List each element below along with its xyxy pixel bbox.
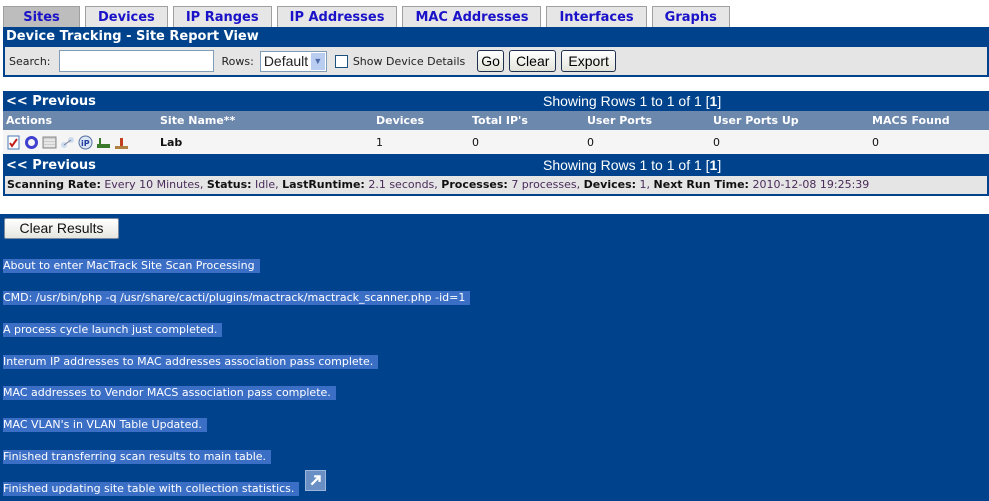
result-line: MAC addresses to Vendor MACS association…	[3, 386, 336, 400]
status-key: LastRuntime:	[282, 178, 365, 191]
result-line: Finished transferring scan results to ma…	[3, 450, 272, 464]
user-ports: 0	[587, 135, 594, 149]
rows-info: Showing Rows 1 to 1 of 1 [1]	[543, 93, 721, 109]
rows-info-close: ]	[717, 93, 722, 109]
interfaces-icon[interactable]	[96, 135, 111, 150]
status-key: Status:	[206, 178, 252, 191]
chevron-down-icon: ▼	[310, 52, 325, 70]
results-panel: Clear Results About to enter MacTrack Si…	[0, 214, 989, 501]
status-value: 2.1 seconds,	[368, 178, 438, 191]
result-line: About to enter MacTrack Site Scan Proces…	[3, 259, 260, 273]
rows-select[interactable]: Default ▼	[259, 50, 327, 72]
search-label: Search:	[9, 54, 51, 68]
status-key: Devices:	[583, 178, 637, 191]
macs-found: 0	[872, 135, 879, 149]
pagination-top: << Previous Showing Rows 1 to 1 of 1 [1]	[3, 91, 989, 111]
col-user-ports[interactable]: User Ports	[587, 114, 713, 127]
status-value: Idle,	[255, 178, 279, 191]
tab-devices[interactable]: Devices	[85, 6, 168, 27]
devices-icon[interactable]	[42, 135, 57, 150]
user-ports-up: 0	[713, 135, 720, 149]
result-line: Interum IP addresses to MAC addresses as…	[3, 355, 379, 369]
sites-table: << Previous Showing Rows 1 to 1 of 1 [1]…	[3, 91, 989, 196]
tab-ip-ranges[interactable]: IP Ranges	[172, 6, 272, 27]
previous-link[interactable]: << Previous	[3, 94, 543, 109]
edit-icon[interactable]	[6, 135, 21, 150]
total-ips: 0	[472, 135, 479, 149]
page-title: Device Tracking - Site Report View	[3, 27, 989, 47]
col-total-ips[interactable]: Total IP's	[472, 114, 587, 127]
status-value: 2010-12-08 19:25:39	[752, 178, 870, 191]
tab-bar: Sites Devices IP Ranges IP Addresses MAC…	[3, 6, 730, 27]
show-device-details-checkbox[interactable]	[334, 54, 348, 68]
status-key: Processes:	[441, 178, 508, 191]
rows-value: Default	[263, 53, 309, 69]
status-value: Every 10 Minutes,	[104, 178, 204, 191]
scan-status: Scanning Rate: Every 10 Minutes, Status:…	[3, 176, 989, 196]
action-icons: iP	[6, 135, 160, 150]
export-button[interactable]: Export	[561, 50, 616, 72]
rows-info-close: ]	[717, 157, 722, 173]
tab-mac-addresses[interactable]: MAC Addresses	[402, 6, 542, 27]
graph-icon[interactable]	[114, 135, 129, 150]
ip-icon[interactable]: iP	[78, 135, 93, 150]
tab-ip-addresses[interactable]: IP Addresses	[276, 6, 398, 27]
svg-text:iP: iP	[81, 139, 90, 148]
pagination-bottom: << Previous Showing Rows 1 to 1 of 1 [1]	[3, 154, 989, 176]
filter-bar: Search: Rows: Default ▼ Show Device Detai…	[3, 47, 989, 77]
clear-results-button[interactable]: Clear Results	[4, 218, 119, 239]
tab-sites[interactable]: Sites	[3, 6, 80, 27]
rows-info-text: Showing Rows 1 to 1 of 1 [	[543, 93, 710, 109]
rows-info-text: Showing Rows 1 to 1 of 1 [	[543, 157, 710, 173]
col-actions[interactable]: Actions	[6, 114, 160, 127]
site-name[interactable]: Lab	[160, 136, 376, 149]
table-header: Actions Site Name** Devices Total IP's U…	[3, 111, 989, 130]
result-line: MAC VLAN's in VLAN Table Updated.	[3, 418, 207, 432]
status-key: Next Run Time:	[653, 178, 749, 191]
clear-button[interactable]: Clear	[508, 50, 557, 72]
col-devices[interactable]: Devices	[376, 114, 472, 127]
status-key: Scanning Rate:	[7, 178, 101, 191]
previous-link-bottom[interactable]: << Previous	[3, 158, 543, 173]
go-button[interactable]: Go	[477, 50, 504, 72]
scan-icon[interactable]	[24, 135, 39, 150]
result-line: A process cycle launch just completed.	[3, 323, 223, 337]
devices-count: 1	[376, 135, 383, 149]
result-line: CMD: /usr/bin/php -q /usr/share/cacti/pl…	[3, 291, 471, 305]
tab-interfaces[interactable]: Interfaces	[546, 6, 647, 27]
search-input[interactable]	[58, 50, 214, 72]
popout-icon[interactable]	[305, 470, 326, 491]
network-icon[interactable]	[60, 135, 75, 150]
status-value: 7 processes,	[511, 178, 581, 191]
col-macs-found[interactable]: MACS Found	[872, 114, 989, 127]
col-site-name[interactable]: Site Name**	[160, 114, 376, 127]
status-value: 1,	[639, 178, 651, 191]
rows-info-bottom: Showing Rows 1 to 1 of 1 [1]	[543, 157, 721, 173]
rows-label: Rows:	[221, 54, 254, 68]
table-row: iP Lab 1 0 0 0 0	[3, 130, 989, 154]
show-device-details-label: Show Device Details	[352, 54, 466, 68]
col-user-ports-up[interactable]: User Ports Up	[713, 114, 872, 127]
tab-graphs[interactable]: Graphs	[651, 6, 730, 27]
result-line: Finished updating site table with collec…	[3, 482, 300, 496]
